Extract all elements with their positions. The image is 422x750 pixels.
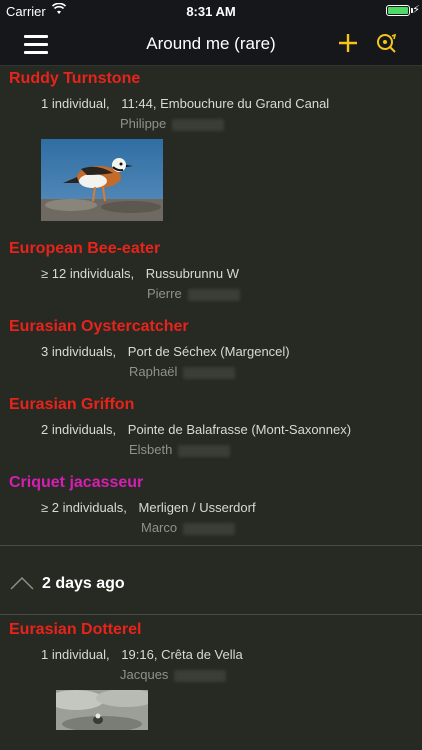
- plus-icon[interactable]: [337, 32, 359, 54]
- observation-place: Merligen / Usserdorf: [138, 500, 256, 515]
- observer-name: Philippe: [120, 116, 167, 131]
- observer-surname-blurred: [174, 669, 227, 682]
- observer-surname-blurred: [183, 366, 236, 379]
- list-item[interactable]: Criquet jacasseur ≥ 2 individuals, Merli…: [0, 473, 422, 536]
- battery-icon: [386, 5, 410, 16]
- bird-photo[interactable]: [56, 690, 148, 730]
- day-section-header[interactable]: 2 days ago: [0, 545, 422, 615]
- species-name[interactable]: European Bee-eater: [0, 239, 422, 259]
- observation-place: Port de Séchex (Margencel): [127, 344, 290, 359]
- observer: Raphaël: [0, 364, 422, 380]
- observer: Elsbeth: [0, 442, 422, 458]
- list-item[interactable]: European Bee-eater ≥ 12 individuals, Rus…: [0, 239, 422, 302]
- list-item[interactable]: Eurasian Griffon 2 individuals, Pointe d…: [0, 395, 422, 458]
- species-name[interactable]: Ruddy Turnstone: [0, 69, 422, 89]
- observation-time: 11:44,: [121, 96, 157, 111]
- species-name[interactable]: Criquet jacasseur: [0, 473, 422, 493]
- species-name[interactable]: Eurasian Oystercatcher: [0, 317, 422, 337]
- observation-place: Crêta de Vella: [161, 647, 243, 662]
- observer-surname-blurred: [172, 118, 225, 131]
- observer-name: Jacques: [120, 667, 169, 682]
- chevron-up-icon[interactable]: [10, 576, 34, 590]
- observation-time: 19:16,: [121, 647, 158, 662]
- observation-place: Russubrunnu W: [145, 266, 239, 281]
- observation-place: Pointe de Balafrasse (Mont-Saxonnex): [127, 422, 352, 437]
- observation-details: 2 individuals, Pointe de Balafrasse (Mon…: [0, 422, 422, 438]
- list-item[interactable]: Ruddy Turnstone 1 individual, 11:44, Emb…: [0, 66, 422, 221]
- individual-count: ≥ 2 individuals,: [41, 500, 127, 515]
- species-name[interactable]: Eurasian Griffon: [0, 395, 422, 415]
- observation-place: Embouchure du Grand Canal: [160, 96, 330, 111]
- observer-surname-blurred: [183, 522, 236, 535]
- observation-details: 1 individual, 11:44, Embouchure du Grand…: [0, 96, 422, 112]
- individual-count: ≥ 12 individuals,: [41, 266, 135, 281]
- location-refresh-icon[interactable]: [375, 32, 397, 54]
- status-time: 8:31 AM: [186, 4, 236, 19]
- observation-details: ≥ 12 individuals, Russubrunnu W: [0, 266, 422, 282]
- individual-count: 1 individual,: [41, 647, 110, 662]
- observer: Marco: [0, 520, 422, 536]
- individual-count: 3 individuals,: [41, 344, 117, 359]
- individual-count: 2 individuals,: [41, 422, 117, 437]
- charging-icon: ⚡: [412, 4, 420, 16]
- observer: Philippe: [0, 116, 422, 132]
- observer-surname-blurred: [187, 288, 240, 301]
- observer-name: Marco: [141, 520, 178, 535]
- observer-name: Elsbeth: [129, 442, 173, 457]
- observation-details: 3 individuals, Port de Séchex (Margencel…: [0, 344, 422, 360]
- observer: Pierre: [0, 286, 422, 302]
- observer: Jacques: [0, 667, 422, 683]
- observer-surname-blurred: [178, 444, 231, 457]
- list-item[interactable]: Eurasian Dotterel 1 individual, 19:16, C…: [0, 620, 422, 730]
- species-name[interactable]: Eurasian Dotterel: [0, 620, 422, 640]
- observation-details: 1 individual, 19:16, Crêta de Vella: [0, 647, 422, 663]
- observer-name: Raphaël: [129, 364, 178, 379]
- observation-list: Ruddy Turnstone 1 individual, 11:44, Emb…: [0, 66, 422, 730]
- list-item[interactable]: Eurasian Oystercatcher 3 individuals, Po…: [0, 317, 422, 380]
- observer-name: Pierre: [147, 286, 182, 301]
- status-bar: Carrier 8:31 AM ⚡: [0, 0, 422, 22]
- day-section-label: 2 days ago: [42, 575, 125, 592]
- bird-photo[interactable]: [41, 139, 163, 221]
- nav-bar: Around me (rare): [0, 22, 422, 66]
- observation-details: ≥ 2 individuals, Merligen / Usserdorf: [0, 500, 422, 516]
- individual-count: 1 individual,: [41, 96, 110, 111]
